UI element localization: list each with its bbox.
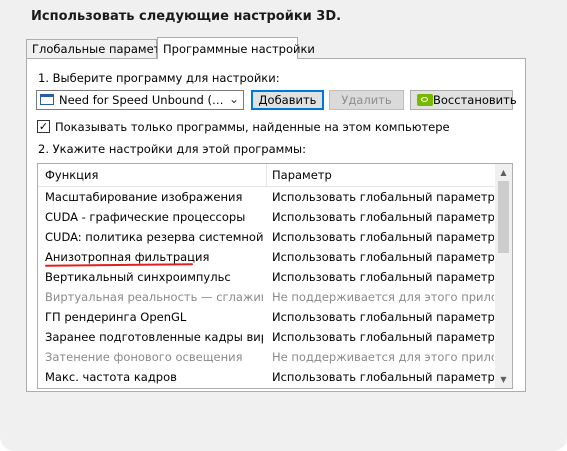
table-row[interactable]: CUDA - графические процессоры Использова… — [38, 207, 496, 227]
column-header-parameter[interactable]: Параметр — [272, 168, 332, 182]
settings-panel: Использовать следующие настройки 3D. Гло… — [0, 0, 567, 451]
column-header-function[interactable]: Функция — [45, 168, 98, 182]
show-found-programs-label[interactable]: Показывать только программы, найденные н… — [55, 120, 450, 134]
row-parameter: Не поддерживается для этого приложе... — [272, 290, 494, 304]
table-row[interactable]: Масштабирование изображения Использовать… — [38, 187, 496, 207]
column-divider[interactable] — [266, 164, 267, 186]
row-parameter: Использовать глобальный параметр (И... — [272, 270, 494, 284]
app-window-icon — [40, 94, 54, 105]
row-function: Вертикальный синхроимпульс — [45, 270, 231, 284]
row-parameter: Использовать глобальный параметр (Все) — [272, 210, 494, 224]
row-parameter: Использовать глобальный параметр (1) — [272, 330, 494, 344]
row-function: CUDA - графические процессоры — [45, 210, 246, 224]
table-row[interactable]: Вертикальный синхроимпульс Использовать … — [38, 267, 496, 287]
table-row[interactable]: ГП рендеринга OpenGL Использовать глобал… — [38, 307, 496, 327]
page-title: Использовать следующие настройки 3D. — [31, 9, 342, 24]
program-select[interactable]: Need for Speed Unbound (need... ⌄ — [36, 90, 244, 110]
scrollbar-thumb[interactable] — [498, 181, 509, 253]
restore-button-label: Восстановить — [433, 93, 517, 107]
scroll-down-icon[interactable]: ▼ — [495, 371, 512, 388]
table-row[interactable]: CUDA: политика резерва системной пам... … — [38, 227, 496, 247]
row-function: Макс. частота кадров — [45, 370, 177, 384]
show-found-programs-checkbox[interactable]: ✓ — [37, 120, 50, 133]
row-parameter: Использовать глобальный параметр — [272, 190, 494, 204]
restore-button[interactable]: Восстановить — [410, 90, 517, 110]
table-row[interactable]: Заранее подготовленные кадры вирту... Ис… — [38, 327, 496, 347]
row-parameter: Использовать глобальный параметр — [272, 370, 494, 384]
remove-button[interactable]: Удалить — [329, 90, 404, 110]
row-function: Анизотропная фильтрация — [45, 250, 210, 264]
nvidia-logo-icon — [417, 94, 433, 106]
program-select-value: Need for Speed Unbound (need... — [59, 93, 224, 107]
tab-program-settings[interactable]: Программные настройки — [157, 37, 315, 59]
tab-global-settings[interactable]: Глобальные параметры — [26, 39, 177, 58]
row-parameter: Не поддерживается для этого приложе... — [272, 350, 494, 364]
row-function: Затенение фонового освещения — [45, 350, 243, 364]
program-settings-label: 2. Укажите настройки для этой программы: — [38, 142, 306, 156]
row-function: Заранее подготовленные кадры вирту... — [45, 330, 263, 344]
vertical-scrollbar[interactable]: ▲ ▼ — [495, 164, 512, 388]
table-row[interactable]: Виртуальная реальность — сглаживан... Не… — [38, 287, 496, 307]
row-parameter: Использовать глобальный параметр (П... — [272, 230, 494, 244]
scroll-up-icon[interactable]: ▲ — [495, 164, 512, 181]
row-function: Масштабирование изображения — [45, 190, 243, 204]
row-function: Виртуальная реальность — сглаживан... — [45, 290, 263, 304]
chevron-down-icon: ⌄ — [228, 92, 239, 106]
select-program-label: 1. Выберите программу для настройки: — [38, 71, 280, 85]
table-row[interactable]: Затенение фонового освещения Не поддержи… — [38, 347, 496, 367]
row-parameter: Использовать глобальный параметр (У... — [272, 250, 494, 264]
table-header: Функция Параметр — [38, 164, 496, 187]
table-row[interactable]: Макс. частота кадров Использовать глобал… — [38, 367, 496, 387]
row-function: ГП рендеринга OpenGL — [45, 310, 187, 324]
row-parameter: Использовать глобальный параметр (А... — [272, 310, 494, 324]
add-button[interactable]: Добавить — [251, 90, 324, 110]
row-function: CUDA: политика резерва системной пам... — [45, 230, 263, 244]
settings-table: Функция Параметр Масштабирование изображ… — [37, 163, 513, 389]
